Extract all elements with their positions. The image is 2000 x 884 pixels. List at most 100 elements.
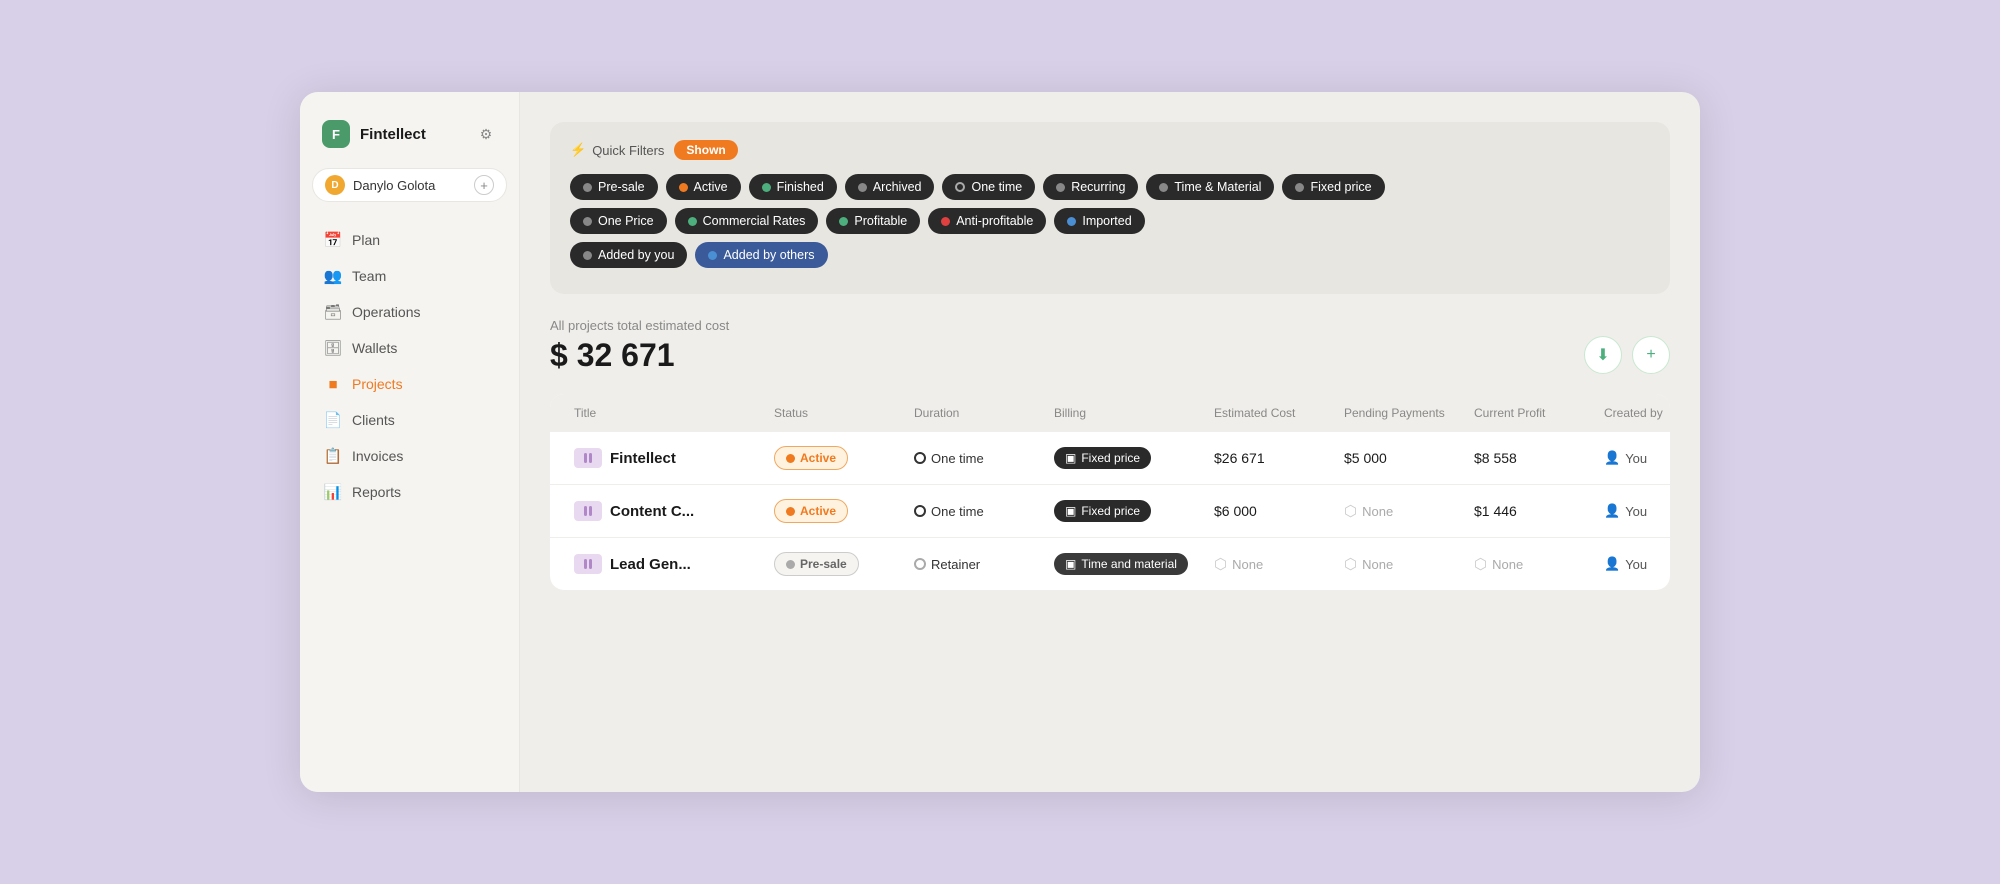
chip-dot-oneprice [583, 217, 592, 226]
chip-dot-finished [762, 183, 771, 192]
logo-avatar: F [322, 120, 350, 148]
chip-dot-addedbyothers [708, 251, 717, 260]
summary-section: All projects total estimated cost $ 32 6… [550, 318, 1670, 374]
chip-time-material[interactable]: Time & Material [1146, 174, 1274, 200]
sidebar-item-operations[interactable]: 🗃 Operations [312, 294, 507, 330]
status-badge-active: Active [774, 446, 848, 470]
chip-added-by-you[interactable]: Added by you [570, 242, 687, 268]
reports-icon: 📊 [324, 483, 342, 501]
th-billing: Billing [1046, 406, 1206, 420]
wallets-icon: 🗄 [324, 339, 342, 357]
project-title-cell: Fintellect [574, 448, 758, 468]
sidebar-item-projects[interactable]: ■ Projects [312, 366, 507, 402]
chip-finished[interactable]: Finished [749, 174, 837, 200]
td-estimated-cost: ⬡ None [1206, 555, 1336, 573]
app-name: Fintellect [360, 126, 426, 143]
filter-row-3: Added by you Added by others [570, 242, 1650, 268]
chip-anti-profitable[interactable]: Anti-profitable [928, 208, 1046, 234]
user-pill[interactable]: D Danylo Golota + [312, 168, 507, 202]
sidebar-item-team[interactable]: 👥 Team [312, 258, 507, 294]
billing-icon: ▣ [1065, 557, 1076, 571]
chip-active[interactable]: Active [666, 174, 741, 200]
summary-amount: $ 32 671 [550, 337, 729, 374]
sidebar: F Fintellect ⚙ D Danylo Golota + 📅 Plan … [300, 92, 520, 792]
project-icon [574, 448, 602, 468]
chip-dot-imported [1067, 217, 1076, 226]
th-title: Title [566, 406, 766, 420]
chip-commercial-rates[interactable]: Commercial Rates [675, 208, 819, 234]
app-settings-icon[interactable]: ⚙ [475, 123, 497, 145]
sidebar-item-reports[interactable]: 📊 Reports [312, 474, 507, 510]
billing-icon: ▣ [1065, 451, 1076, 465]
chip-one-time[interactable]: One time [942, 174, 1035, 200]
sidebar-item-invoices[interactable]: 📋 Invoices [312, 438, 507, 474]
td-title: Content C... [566, 501, 766, 521]
chip-imported[interactable]: Imported [1054, 208, 1144, 234]
td-current-profit: $1 446 [1466, 503, 1596, 519]
invoices-icon: 📋 [324, 447, 342, 465]
add-user-icon[interactable]: + [474, 175, 494, 195]
th-created-by: Created by [1596, 406, 1670, 420]
chip-added-by-others[interactable]: Added by others [695, 242, 827, 268]
td-estimated-cost: $26 671 [1206, 450, 1336, 466]
sidebar-item-wallets[interactable]: 🗄 Wallets [312, 330, 507, 366]
project-icon [574, 501, 602, 521]
billing-badge: ▣ Fixed price [1054, 500, 1151, 522]
created-icon: 👤 [1604, 503, 1620, 519]
add-project-button[interactable]: + [1632, 336, 1670, 374]
download-button[interactable]: ⬇ [1584, 336, 1622, 374]
sidebar-nav: 📅 Plan 👥 Team 🗃 Operations 🗄 Wallets ■ P… [312, 222, 507, 510]
sidebar-label-operations: Operations [352, 304, 420, 320]
status-badge-active: Active [774, 499, 848, 523]
icon-bar [589, 453, 592, 463]
chip-dot-active [679, 183, 688, 192]
td-title: Fintellect [566, 448, 766, 468]
sidebar-label-wallets: Wallets [352, 340, 397, 356]
chip-one-price[interactable]: One Price [570, 208, 667, 234]
td-duration: Retainer [906, 557, 1046, 572]
th-current-profit: Current Profit [1466, 406, 1596, 420]
sidebar-item-clients[interactable]: 📄 Clients [312, 402, 507, 438]
status-dot [786, 560, 795, 569]
summary-label: All projects total estimated cost [550, 318, 729, 333]
quick-filters-label: ⚡ Quick Filters [570, 142, 664, 158]
td-status: Active [766, 446, 906, 470]
filter-row-2: One Price Commercial Rates Profitable An… [570, 208, 1650, 234]
filter-row-1: Pre-sale Active Finished Archived One ti… [570, 174, 1650, 200]
td-billing: ▣ Time and material [1046, 553, 1206, 575]
sidebar-label-plan: Plan [352, 232, 380, 248]
filter-icon: ⚡ [570, 142, 586, 158]
chip-archived[interactable]: Archived [845, 174, 935, 200]
created-icon: 👤 [1604, 450, 1620, 466]
user-avatar: D [325, 175, 345, 195]
td-title: Lead Gen... [566, 554, 766, 574]
duration-icon [914, 558, 926, 570]
td-pending-payments: ⬡ None [1336, 555, 1466, 573]
project-title-cell: Lead Gen... [574, 554, 758, 574]
shown-badge[interactable]: Shown [674, 140, 737, 160]
td-duration: One time [906, 451, 1046, 466]
th-status: Status [766, 406, 906, 420]
icon-bar [584, 559, 587, 569]
chip-recurring[interactable]: Recurring [1043, 174, 1138, 200]
td-created-by: 👤 You [1596, 503, 1670, 519]
projects-table: Title Status Duration Billing Estimated … [550, 394, 1670, 590]
clients-icon: 📄 [324, 411, 342, 429]
table-row[interactable]: Fintellect Active One time ▣ Fix [550, 432, 1670, 485]
td-duration: One time [906, 504, 1046, 519]
duration-icon [914, 505, 926, 517]
team-icon: 👥 [324, 267, 342, 285]
td-status: Active [766, 499, 906, 523]
chip-profitable[interactable]: Profitable [826, 208, 920, 234]
chip-dot-fixedprice [1295, 183, 1304, 192]
table-row[interactable]: Content C... Active One time ▣ F [550, 485, 1670, 538]
chip-pre-sale[interactable]: Pre-sale [570, 174, 658, 200]
chip-fixed-price[interactable]: Fixed price [1282, 174, 1384, 200]
td-status: Pre-sale [766, 552, 906, 576]
table-row[interactable]: Lead Gen... Pre-sale Retainer ▣ [550, 538, 1670, 590]
th-duration: Duration [906, 406, 1046, 420]
sidebar-item-plan[interactable]: 📅 Plan [312, 222, 507, 258]
none-icon: ⬡ [1214, 555, 1227, 573]
quick-filters-section: ⚡ Quick Filters Shown Pre-sale Active Fi… [550, 122, 1670, 294]
chip-dot-antiprofitable [941, 217, 950, 226]
